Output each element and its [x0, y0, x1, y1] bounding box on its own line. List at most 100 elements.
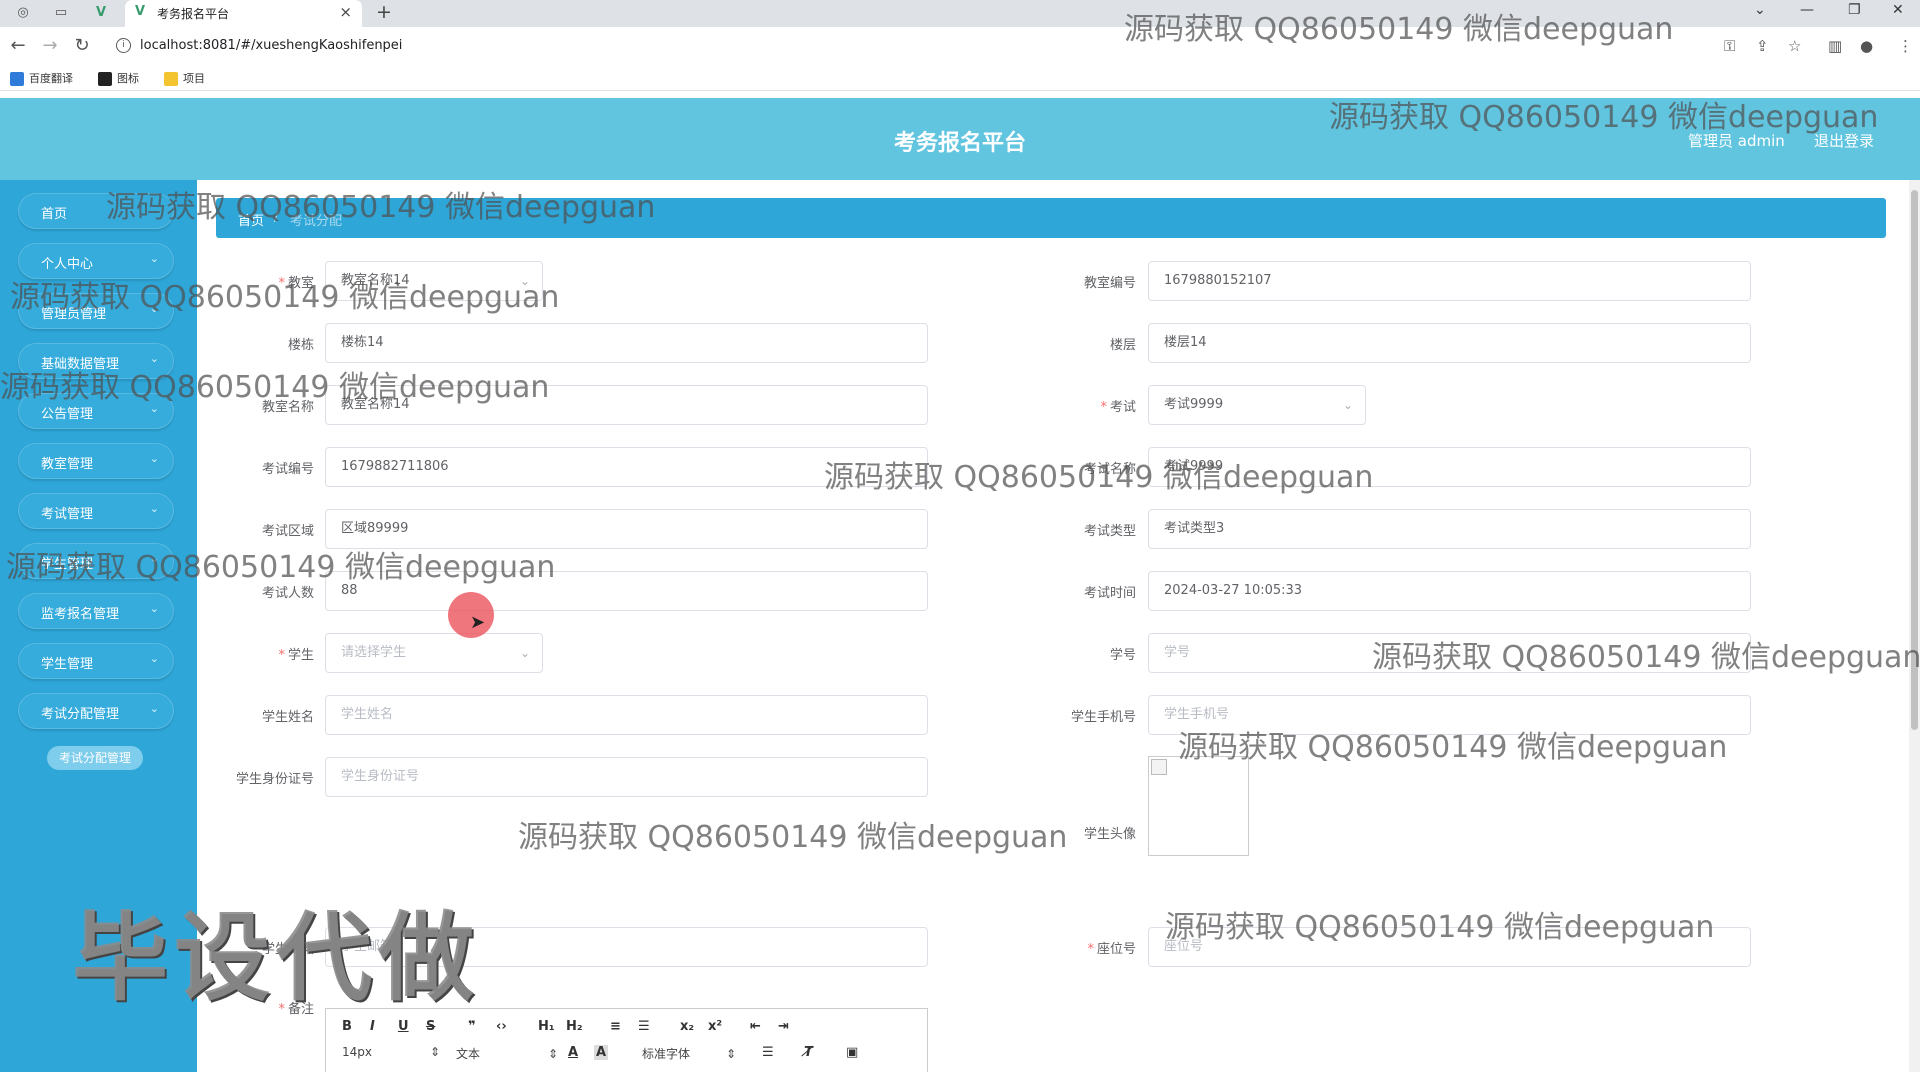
background-color-icon[interactable]: A — [594, 1045, 609, 1060]
close-window-icon[interactable]: ✕ — [1892, 2, 1904, 18]
share-icon[interactable]: ⇪ — [1756, 37, 1769, 55]
strike-button[interactable]: S — [426, 1019, 435, 1034]
tab-search-icon[interactable]: ⌄ — [1754, 2, 1766, 18]
key-icon[interactable]: ⚿ — [1724, 37, 1735, 55]
label-exam-area: 考试区域 — [261, 524, 314, 539]
forward-icon[interactable]: → — [40, 35, 60, 56]
chevron-down-icon: ⌄ — [149, 652, 159, 665]
label-student: * 学生 — [278, 648, 314, 663]
reload-icon[interactable]: ↻ — [72, 35, 92, 56]
sidebar-item-classrooms[interactable]: 教室管理 ⌄ — [18, 443, 174, 479]
label-student-no: 学号 — [1109, 648, 1136, 663]
watermark: 源码获取 QQ86050149 微信deepguan — [6, 550, 556, 585]
vue-tab-icon[interactable]: V — [92, 4, 110, 22]
blockquote-button[interactable]: ❞ — [468, 1019, 476, 1034]
bookmark-star-icon[interactable]: ☆ — [1788, 37, 1801, 55]
bookmark-baidu-translate[interactable]: 百度翻译 — [10, 70, 73, 86]
h1-button[interactable]: H₁ — [538, 1019, 555, 1034]
chevron-down-icon: ⌄ — [149, 502, 159, 515]
label-seat-no: * 座位号 — [1087, 942, 1136, 957]
label-exam-time: 考试时间 — [1083, 586, 1136, 601]
underline-button[interactable]: U — [398, 1019, 409, 1034]
label-exam-type: 考试类型 — [1083, 524, 1136, 539]
label-student-idnum: 学生身份证号 — [235, 772, 314, 787]
tab-title: 考务报名平台 — [157, 7, 230, 21]
classroom-id-field[interactable]: 1679880152107 — [1148, 261, 1751, 301]
floor-field[interactable]: 楼层14 — [1148, 323, 1751, 363]
outdent-button[interactable]: ⇤ — [750, 1019, 761, 1034]
h2-button[interactable]: H₂ — [566, 1019, 583, 1034]
side-panel-icon[interactable]: ▥ — [1828, 37, 1842, 55]
watermark: 源码获取 QQ86050149 微信deepguan — [1372, 640, 1920, 675]
folder-icon — [164, 72, 178, 86]
label-exam-id: 考试编号 — [261, 462, 314, 477]
superscript-button[interactable]: x² — [708, 1019, 722, 1034]
inactive-tab-icon[interactable]: ▭ — [52, 4, 70, 22]
font-family-select[interactable]: 标准字体 ⇕ — [642, 1045, 736, 1062]
bookmark-icons[interactable]: 图标 — [98, 70, 139, 86]
big-watermark: 毕设代做 — [72, 902, 480, 1014]
restore-icon[interactable]: ❐ — [1848, 2, 1861, 18]
align-icon[interactable]: ☰ — [762, 1045, 774, 1060]
watermark: 源码获取 QQ86050149 微信deepguan — [1178, 730, 1728, 765]
profile-icon[interactable]: ● — [1860, 37, 1873, 55]
watermark: 源码获取 QQ86050149 微信deepguan — [1329, 100, 1879, 135]
chevron-down-icon: ⌄ — [149, 252, 159, 265]
label-exam: * 考试 — [1100, 400, 1136, 415]
indent-button[interactable]: ⇥ — [778, 1019, 789, 1034]
text-style-select[interactable]: 文本 ⇕ — [456, 1045, 558, 1062]
subscript-button[interactable]: x₂ — [680, 1019, 694, 1034]
bookmarks-bar: 百度翻译 图标 项目 — [0, 65, 1920, 91]
browser-more-icon[interactable]: ⋮ — [1898, 37, 1913, 55]
active-tab[interactable]: V 考务报名平台 × — [125, 0, 362, 27]
sidebar-item-proctor-signup[interactable]: 监考报名管理 ⌄ — [18, 593, 174, 629]
site-info-icon[interactable]: i — [116, 38, 131, 53]
updown-icon: ⇕ — [726, 1047, 737, 1061]
chevron-down-icon: ⌄ — [1342, 398, 1353, 412]
label-student-name: 学生姓名 — [261, 710, 314, 725]
clear-format-icon[interactable]: T̸ — [804, 1045, 813, 1060]
chevron-down-icon: ⌄ — [149, 602, 159, 615]
tab-close-icon[interactable]: × — [339, 3, 352, 21]
label-floor: 楼层 — [1109, 338, 1136, 353]
student-name-field[interactable]: 学生姓名 — [325, 695, 928, 735]
font-size-select[interactable]: 14px ⇕ — [342, 1045, 440, 1059]
bookmark-projects[interactable]: 项目 — [164, 70, 205, 86]
minimize-icon[interactable]: — — [1800, 2, 1814, 18]
student-photo — [1148, 756, 1249, 856]
label-classroom-id: 教室编号 — [1083, 276, 1136, 291]
watermark: 源码获取 QQ86050149 微信deepguan — [824, 460, 1374, 495]
browser-menu-icon[interactable]: ◎ — [14, 4, 32, 22]
bold-button[interactable]: B — [342, 1019, 352, 1034]
font-color-icon[interactable]: A — [568, 1045, 578, 1060]
student-idnum-field[interactable]: 学生身份证号 — [325, 757, 928, 797]
exam-select[interactable]: 考试9999 ⌄ — [1148, 385, 1366, 425]
ordered-list-button[interactable]: ≡ — [610, 1019, 621, 1034]
watermark: 源码获取 QQ86050149 微信deepguan — [10, 280, 560, 315]
watermark: 源码获取 QQ86050149 微信deepguan — [1165, 910, 1715, 945]
chevron-down-icon: ⌄ — [149, 702, 159, 715]
sidebar-item-students[interactable]: 学生管理 ⌄ — [18, 643, 174, 679]
back-icon[interactable]: ← — [8, 35, 28, 56]
student-select[interactable]: 请选择学生 ⌄ — [325, 633, 543, 673]
new-tab-icon[interactable]: + — [376, 1, 392, 23]
url-text: localhost:8081/#/xueshengKaoshifenpei — [140, 38, 403, 53]
watermark: 源码获取 QQ86050149 微信deepguan — [518, 820, 1068, 855]
italic-button[interactable]: I — [370, 1019, 375, 1034]
label-building: 楼栋 — [287, 338, 314, 353]
sidebar-subitem-exam-allocation[interactable]: 考试分配管理 — [47, 746, 143, 770]
watermark: 源码获取 QQ86050149 微信deepguan — [0, 370, 550, 405]
building-field[interactable]: 楼栋14 — [325, 323, 928, 363]
page-scrollbar[interactable] — [1909, 180, 1920, 1072]
image-icon[interactable]: ▣ — [846, 1045, 858, 1060]
exam-type-field[interactable]: 考试类型3 — [1148, 509, 1751, 549]
updown-icon: ⇕ — [430, 1045, 441, 1059]
code-block-button[interactable]: ‹› — [496, 1019, 507, 1034]
sidebar-item-exams[interactable]: 考试管理 ⌄ — [18, 493, 174, 529]
updown-icon: ⇕ — [548, 1047, 559, 1061]
translate-icon — [10, 72, 24, 86]
bullet-list-button[interactable]: ☰ — [638, 1019, 650, 1034]
watermark: 源码获取 QQ86050149 微信deepguan — [1124, 12, 1674, 47]
sidebar-item-exam-allocation[interactable]: 考试分配管理 ⌄ — [18, 693, 174, 729]
exam-time-field[interactable]: 2024-03-27 10:05:33 — [1148, 571, 1751, 611]
